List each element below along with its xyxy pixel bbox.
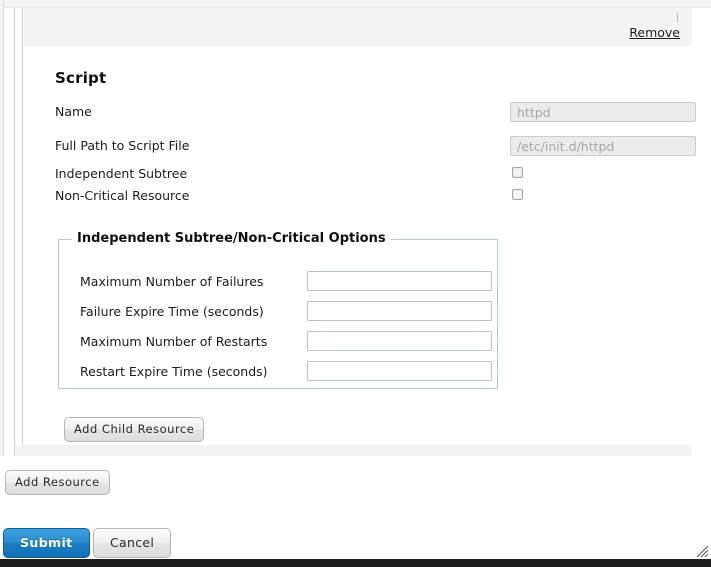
resource-block-inner: Remove Script Name Full Path to Script F…: [22, 8, 696, 456]
restart-expire-time-input[interactable]: [307, 361, 492, 381]
submit-button[interactable]: Submit: [3, 528, 90, 558]
field-row-name: Name: [55, 102, 696, 124]
option-label-failure-expire-time: Failure Expire Time (seconds): [80, 304, 264, 319]
cancel-button[interactable]: Cancel: [93, 528, 172, 558]
resource-block: Remove Script Name Full Path to Script F…: [14, 8, 696, 456]
field-label-independent-subtree: Independent Subtree: [55, 166, 188, 181]
option-row-max-restarts: Maximum Number of Restarts: [80, 331, 492, 353]
remove-resource-link[interactable]: Remove: [629, 25, 680, 40]
field-label-full-path: Full Path to Script File: [55, 138, 190, 153]
header-divider-tick: [677, 13, 678, 22]
section-title: Script: [55, 69, 107, 87]
option-row-restart-expire-time: Restart Expire Time (seconds): [80, 361, 492, 383]
max-restarts-input[interactable]: [307, 331, 492, 351]
full-path-input[interactable]: [510, 136, 696, 156]
field-label-name: Name: [55, 104, 92, 119]
window-bottom-bar: [0, 559, 711, 567]
page-top-strip: [0, 0, 711, 8]
resource-form-body: Script Name Full Path to Script File Ind…: [24, 46, 696, 446]
options-fieldset-legend: Independent Subtree/Non-Critical Options: [72, 231, 391, 246]
max-failures-input[interactable]: [307, 271, 492, 291]
field-row-independent-subtree: Independent Subtree: [55, 164, 675, 186]
page-left-rail: [0, 0, 4, 456]
field-row-non-critical-resource: Non-Critical Resource: [55, 186, 675, 208]
field-label-non-critical-resource: Non-Critical Resource: [55, 188, 190, 203]
failure-expire-time-input[interactable]: [307, 301, 492, 321]
resource-header: Remove: [24, 8, 692, 46]
non-critical-resource-checkbox[interactable]: [512, 189, 523, 200]
resize-grip-icon[interactable]: [695, 544, 709, 558]
resource-footer-band: [15, 445, 691, 456]
add-resource-button[interactable]: Add Resource: [5, 470, 110, 495]
option-label-restart-expire-time: Restart Expire Time (seconds): [80, 364, 268, 379]
field-row-full-path: Full Path to Script File: [55, 136, 696, 158]
add-child-resource-button[interactable]: Add Child Resource: [64, 417, 205, 442]
name-input[interactable]: [510, 102, 696, 122]
option-row-failure-expire-time: Failure Expire Time (seconds): [80, 301, 492, 323]
option-label-max-restarts: Maximum Number of Restarts: [80, 334, 268, 349]
independent-subtree-checkbox[interactable]: [512, 167, 523, 178]
option-label-max-failures: Maximum Number of Failures: [80, 274, 264, 289]
independent-subtree-options-fieldset: Independent Subtree/Non-Critical Options…: [58, 231, 498, 389]
option-row-max-failures: Maximum Number of Failures: [80, 271, 492, 293]
